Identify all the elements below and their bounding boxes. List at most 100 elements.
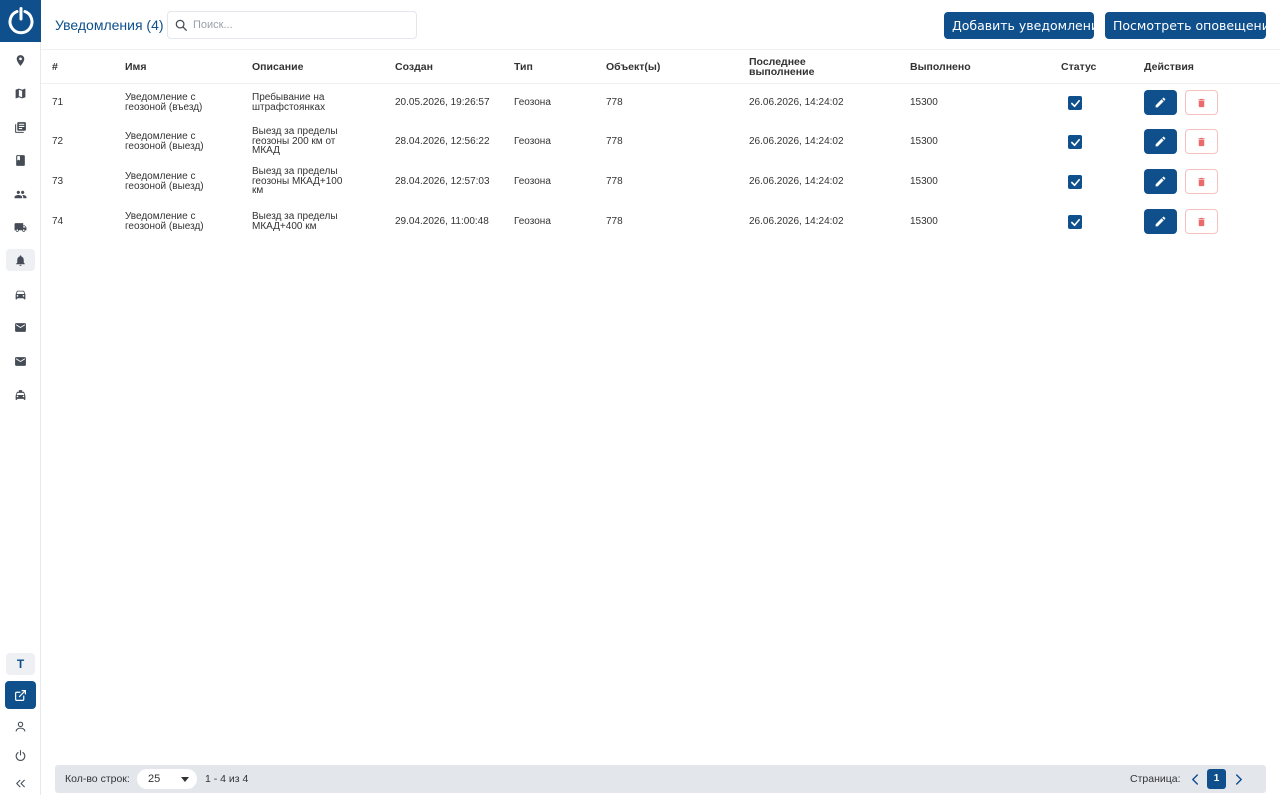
chevron-down-icon <box>181 777 189 782</box>
sidebar-item-profile[interactable] <box>6 715 35 737</box>
cell-id: 71 <box>52 97 64 108</box>
sidebar-item-notifications[interactable] <box>6 249 35 271</box>
row-range: 1 - 4 из 4 <box>205 773 249 785</box>
cell-type: Геозона <box>514 97 551 108</box>
table-header: # Имя Описание Создан Тип Объект(ы) Посл… <box>41 50 1280 84</box>
status-checkbox[interactable] <box>1068 215 1082 229</box>
edit-button[interactable] <box>1144 169 1177 194</box>
collapse-icon <box>16 779 25 787</box>
search-input[interactable] <box>193 19 403 31</box>
notifications-table: # Имя Описание Создан Тип Объект(ы) Посл… <box>41 50 1280 242</box>
cell-objects: 778 <box>606 136 623 147</box>
sidebar-item-map[interactable] <box>6 82 35 104</box>
col-description: Описание <box>252 61 304 73</box>
status-checkbox[interactable] <box>1068 96 1082 110</box>
cell-id: 72 <box>52 136 64 147</box>
rows-per-page-label: Кол-во строк: <box>65 773 130 785</box>
next-page-button[interactable] <box>1232 771 1244 787</box>
edit-button[interactable] <box>1144 209 1177 234</box>
sidebar-item-vehicles[interactable] <box>6 283 35 305</box>
delete-button[interactable] <box>1185 209 1218 234</box>
col-actions: Действия <box>1144 61 1194 73</box>
cell-executed: 15300 <box>910 97 938 108</box>
table-row[interactable]: 72 Уведомление с геозоной (выезд) Выезд … <box>41 122 1280 162</box>
sidebar: T <box>0 0 41 795</box>
delete-button[interactable] <box>1185 90 1218 115</box>
cell-type: Геозона <box>514 176 551 187</box>
rows-per-page-value: 25 <box>148 773 161 785</box>
trash-icon <box>1198 98 1205 107</box>
reports-icon <box>15 121 26 133</box>
cell-created: 20.05.2026, 19:26:57 <box>395 97 490 108</box>
chevron-right-icon <box>1235 773 1242 785</box>
cell-description: Выезд за пределы геозоны МКАД+100 км <box>252 166 343 196</box>
sidebar-item-external[interactable] <box>5 681 36 709</box>
page-header: Уведомления (4) Добавить уведомления Пос… <box>41 0 1280 50</box>
cell-description: Выезд за пределы геозоны 200 км от МКАД <box>252 126 338 156</box>
status-checkbox[interactable] <box>1068 135 1082 149</box>
sidebar-collapse[interactable] <box>6 772 35 794</box>
mail-icon <box>15 322 26 332</box>
table-row[interactable]: 71 Уведомление с геозоной (въезд) Пребыв… <box>41 84 1280 122</box>
pencil-icon <box>1155 97 1166 108</box>
cell-type: Геозона <box>514 136 551 147</box>
cell-last-run: 26.06.2026, 14:24:02 <box>749 136 844 147</box>
power-icon <box>15 749 26 761</box>
sidebar-item-directory[interactable] <box>6 149 35 171</box>
cell-name: Уведомление с геозоной (въезд) <box>125 92 203 113</box>
app-logo[interactable] <box>0 0 41 42</box>
sidebar-item-logout[interactable] <box>6 744 35 766</box>
search-box[interactable] <box>167 11 417 39</box>
car-icon <box>15 290 26 299</box>
bell-icon <box>16 254 25 266</box>
pencil-icon <box>1155 176 1166 187</box>
chevron-left-icon <box>1191 773 1198 785</box>
cell-last-run: 26.06.2026, 14:24:02 <box>749 97 844 108</box>
tenant-badge[interactable]: T <box>6 653 35 675</box>
sidebar-item-taxi[interactable] <box>6 383 35 405</box>
sidebar-item-messages[interactable] <box>6 316 35 338</box>
table-row[interactable]: 73 Уведомление с геозоной (выезд) Выезд … <box>41 162 1280 202</box>
table-row[interactable]: 74 Уведомление с геозоной (выезд) Выезд … <box>41 202 1280 242</box>
trash-icon <box>1198 177 1205 186</box>
sidebar-item-reports[interactable] <box>6 116 35 138</box>
edit-button[interactable] <box>1144 90 1177 115</box>
view-alerts-button[interactable]: Посмотреть оповещения <box>1105 12 1277 39</box>
col-last-run: Последнее выполнение <box>749 56 815 78</box>
col-id: # <box>52 61 58 73</box>
cell-objects: 778 <box>606 97 623 108</box>
trash-icon <box>1198 217 1205 226</box>
delete-button[interactable] <box>1185 129 1218 154</box>
sidebar-item-tracking[interactable] <box>6 49 35 71</box>
cell-objects: 778 <box>606 216 623 227</box>
page-title: Уведомления (4) <box>55 17 164 33</box>
sidebar-item-mailing[interactable] <box>6 350 35 372</box>
status-checkbox[interactable] <box>1068 175 1082 189</box>
rows-per-page-select[interactable]: 25 <box>137 769 197 789</box>
cell-objects: 778 <box>606 176 623 187</box>
book-icon <box>16 154 25 166</box>
cell-executed: 15300 <box>910 176 938 187</box>
cell-executed: 15300 <box>910 216 938 227</box>
cell-name: Уведомление с геозоной (выезд) <box>125 171 204 192</box>
cell-id: 73 <box>52 176 64 187</box>
sidebar-item-users[interactable] <box>6 183 35 205</box>
col-type: Тип <box>514 61 533 73</box>
edit-button[interactable] <box>1144 129 1177 154</box>
check-icon <box>1070 138 1080 146</box>
user-icon <box>15 721 26 731</box>
pencil-icon <box>1155 136 1166 147</box>
col-name: Имя <box>125 61 147 73</box>
location-pin-icon <box>16 54 25 66</box>
cell-description: Пребывание на штрафстоянках <box>252 92 326 113</box>
delete-button[interactable] <box>1185 169 1218 194</box>
add-notification-button[interactable]: Добавить уведомления <box>944 12 1107 39</box>
sidebar-item-fleet[interactable] <box>6 216 35 238</box>
pagination-bar: Кол-во строк: 25 1 - 4 из 4 Страница: 1 <box>55 765 1266 793</box>
page-1-button[interactable]: 1 <box>1207 769 1226 789</box>
prev-page-button[interactable] <box>1189 771 1201 787</box>
cell-last-run: 26.06.2026, 14:24:02 <box>749 216 844 227</box>
check-icon <box>1070 178 1080 186</box>
col-objects: Объект(ы) <box>606 61 661 73</box>
logo-icon <box>8 7 33 35</box>
